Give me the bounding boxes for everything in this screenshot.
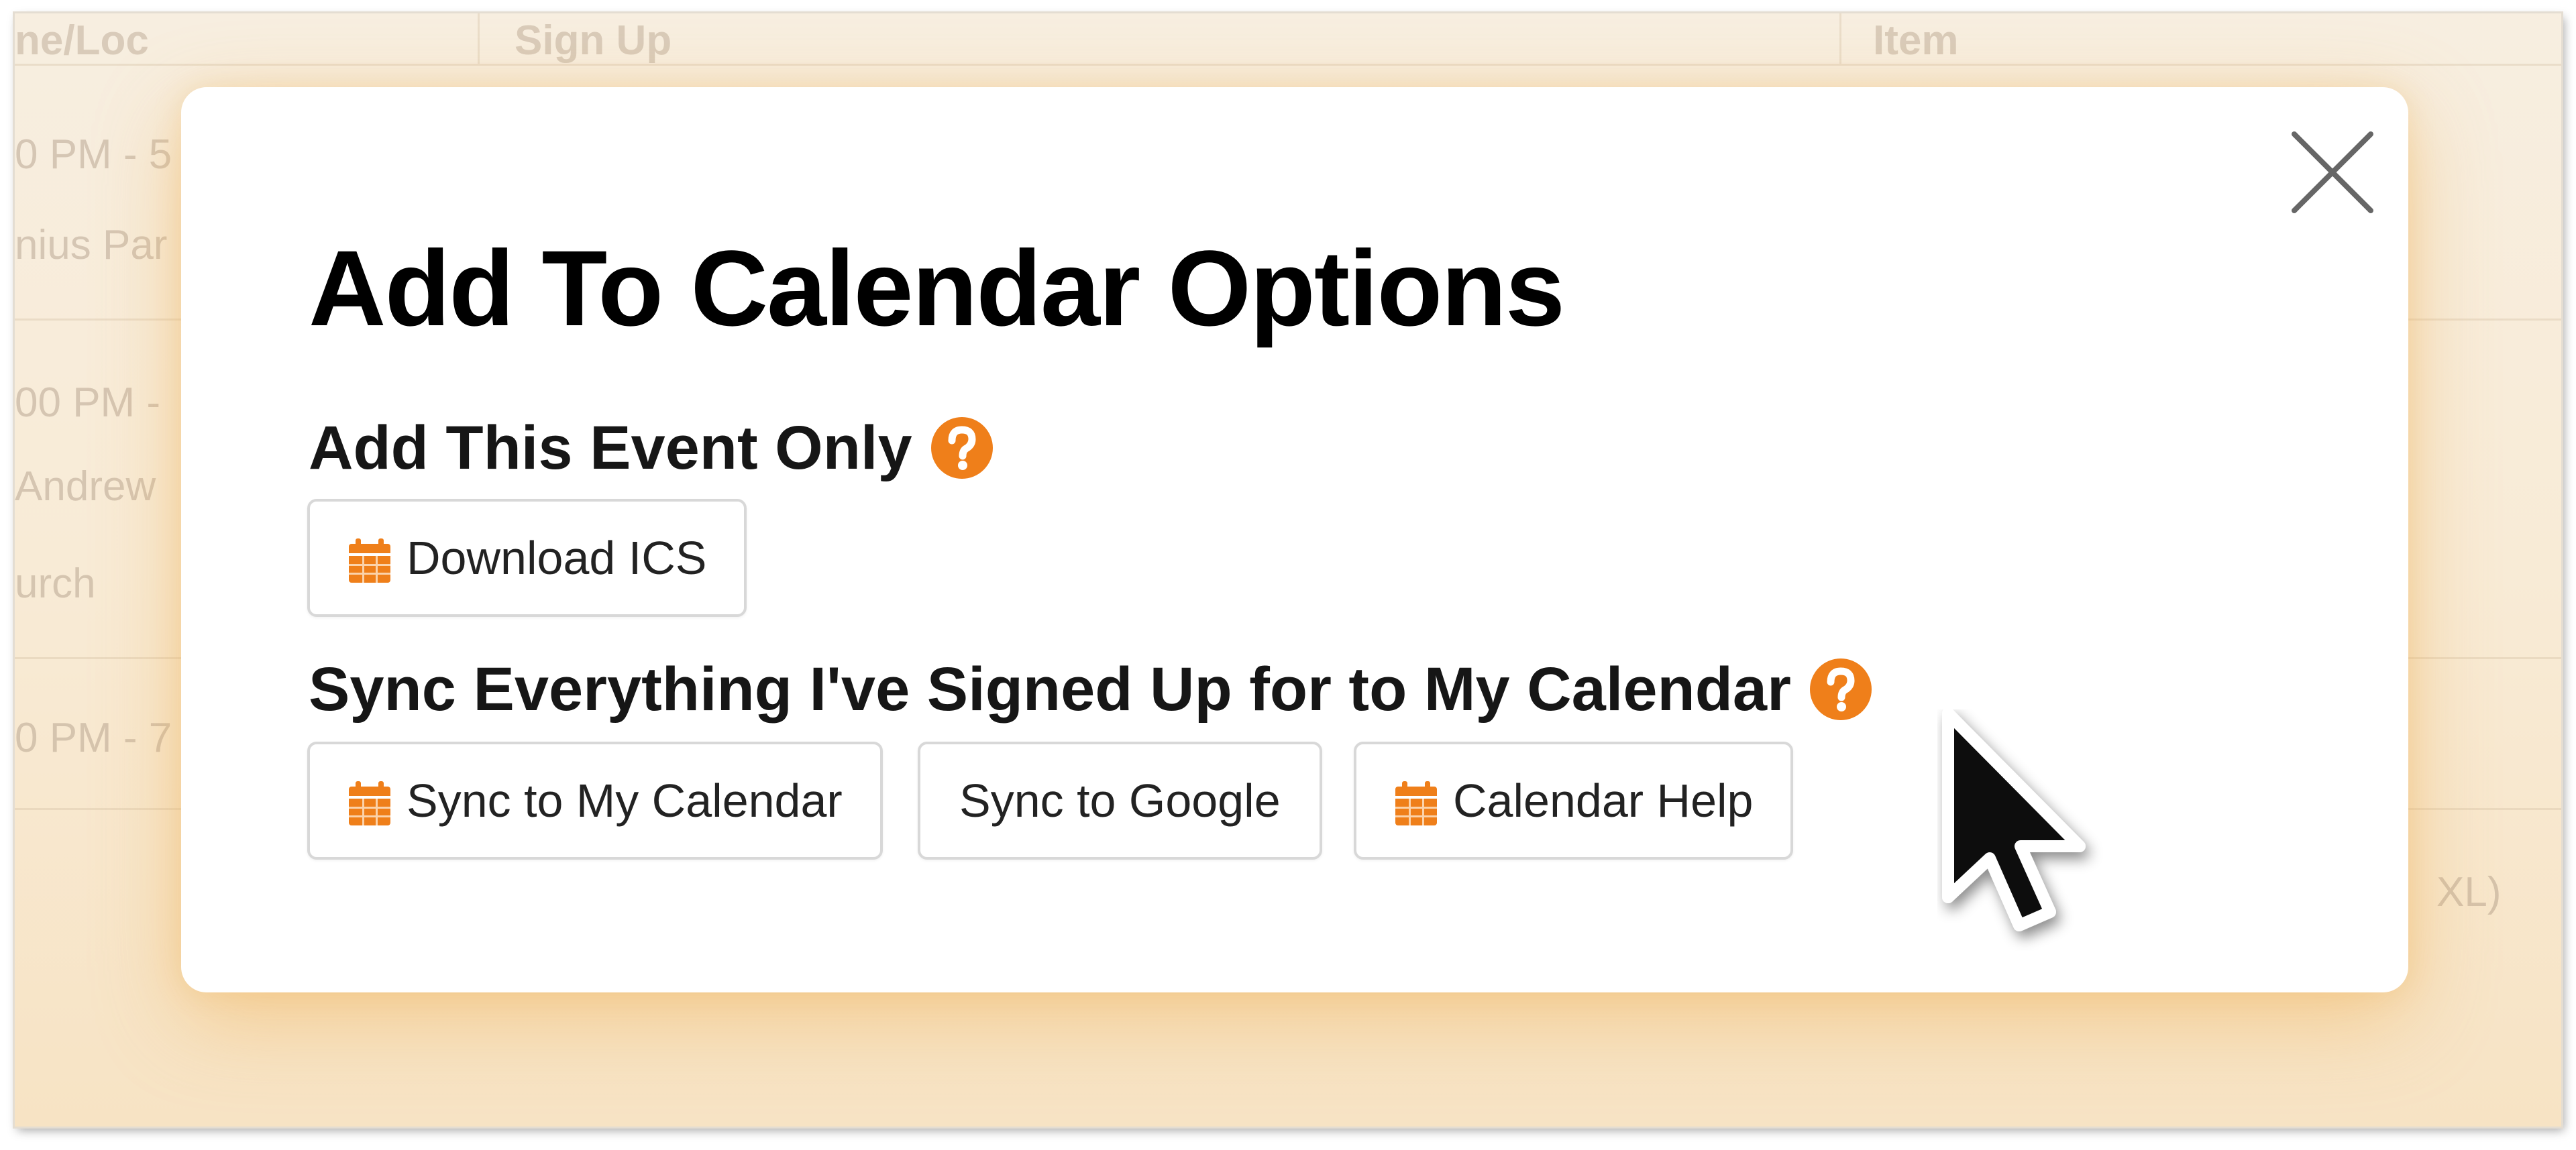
sync-to-google-label: Sync to Google bbox=[959, 774, 1281, 827]
background-column-divider bbox=[1839, 13, 1841, 64]
calendar-help-button[interactable]: Calendar Help bbox=[1354, 742, 1794, 860]
background-cell: 0 PM - 7 bbox=[15, 715, 172, 761]
sync-to-my-calendar-button[interactable]: Sync to My Calendar bbox=[307, 742, 883, 860]
background-cell: 0 PM - 5 bbox=[15, 131, 172, 178]
download-ics-button[interactable]: Download ICS bbox=[307, 499, 747, 617]
sync-to-google-button[interactable]: Sync to Google bbox=[918, 742, 1322, 860]
add-event-only-heading-text: Add This Event Only bbox=[309, 414, 912, 482]
calendar-help-label: Calendar Help bbox=[1453, 774, 1754, 827]
question-mark-icon[interactable] bbox=[930, 416, 994, 480]
close-button[interactable] bbox=[2289, 129, 2376, 216]
modal-title: Add To Calendar Options bbox=[309, 228, 1565, 348]
background-row-divider bbox=[15, 64, 2561, 66]
background-column-header: Item bbox=[1873, 17, 1959, 64]
background-cell: XL) bbox=[2436, 869, 2502, 915]
sync-everything-heading: Sync Everything I've Signed Up for to My… bbox=[309, 657, 1873, 722]
question-mark-icon[interactable] bbox=[1809, 657, 1873, 722]
add-event-only-heading: Add This Event Only bbox=[309, 416, 994, 480]
background-cell: urch bbox=[15, 561, 96, 607]
background-column-header: Sign Up bbox=[515, 17, 672, 64]
mouse-pointer-icon bbox=[1942, 709, 2086, 931]
calendar-icon bbox=[1395, 781, 1437, 825]
sync-to-my-calendar-label: Sync to My Calendar bbox=[407, 774, 843, 827]
sync-everything-heading-text: Sync Everything I've Signed Up for to My… bbox=[309, 655, 1791, 724]
background-column-divider bbox=[478, 13, 480, 64]
close-icon bbox=[2292, 131, 2373, 213]
download-ics-label: Download ICS bbox=[407, 532, 707, 584]
background-cell: nius Par bbox=[15, 222, 168, 268]
background-cell: Andrew bbox=[15, 463, 156, 510]
calendar-icon bbox=[349, 781, 390, 825]
background-column-header: ne/Loc bbox=[15, 17, 149, 64]
background-table-header: ne/Loc Sign Up Item bbox=[15, 13, 2561, 64]
calendar-icon bbox=[349, 538, 390, 583]
background-cell: 00 PM - bbox=[15, 380, 161, 426]
